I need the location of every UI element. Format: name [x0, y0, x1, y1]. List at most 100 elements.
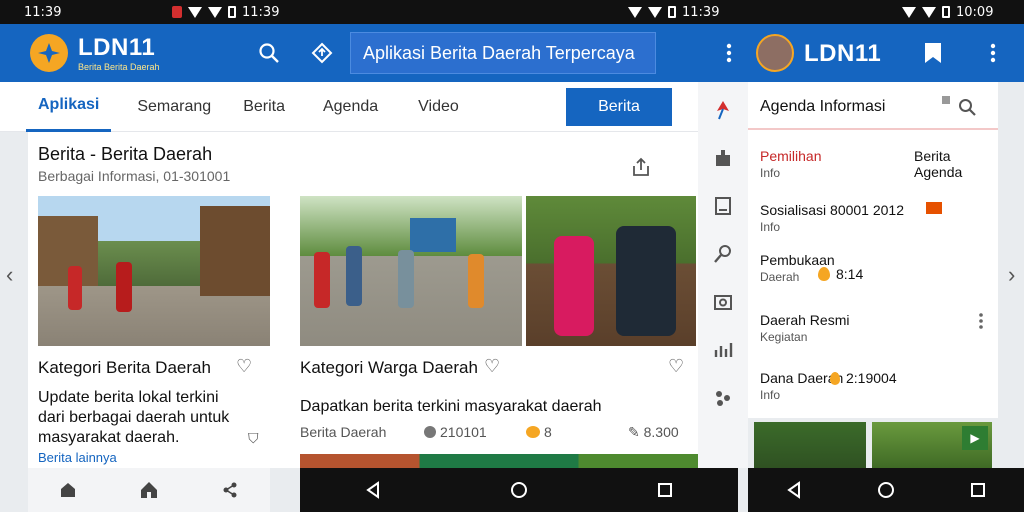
card-caption-2: Kategori Warga Daerah	[300, 358, 478, 377]
comment-icon	[526, 426, 540, 438]
tab-video[interactable]: Video	[406, 82, 471, 132]
filter-icon[interactable]	[942, 96, 950, 104]
battery-icon	[942, 6, 950, 18]
card-desc-2: Dapatkan berita terkini masyarakat daera…	[300, 398, 602, 415]
fire-icon	[818, 267, 830, 281]
tab-semarang[interactable]: Semarang	[125, 82, 223, 132]
recents-icon[interactable]	[968, 480, 988, 500]
panel-item-title[interactable]: Sosialisasi 80001 2012	[760, 202, 904, 218]
battery-icon	[228, 6, 236, 18]
top-app-bar: LDN11 Berita Berita Daerah Aplikasi Beri…	[0, 24, 748, 82]
thumbnail-right-1[interactable]	[754, 422, 866, 468]
share-nodes-icon[interactable]	[220, 480, 240, 500]
app-banner: Aplikasi Berita Daerah Terpercaya	[350, 32, 656, 74]
more-news-link[interactable]: Berita lainnya	[38, 450, 117, 465]
status-time-mid: 11:39	[242, 4, 280, 20]
tab-aplikasi[interactable]: Aplikasi	[26, 82, 112, 132]
brand-tagline: Berita Berita Daerah	[78, 62, 160, 72]
chevron-left-icon[interactable]: ‹	[6, 262, 13, 288]
status-icons-left: 11:39	[172, 5, 279, 20]
news-photo-village[interactable]	[300, 196, 522, 346]
search-button[interactable]	[252, 36, 286, 70]
share-button[interactable]	[630, 156, 652, 183]
heart-icon[interactable]: ♡	[236, 356, 252, 377]
panel-value-text: 2:19004	[846, 370, 897, 386]
panel-item-title[interactable]: Pemilihan	[760, 148, 821, 164]
signal-icon	[648, 6, 662, 18]
panel-search-bar[interactable]: Agenda Informasi	[748, 82, 998, 130]
more-vert-icon	[990, 43, 996, 63]
wifi-icon	[188, 6, 202, 18]
heart-icon[interactable]: ♡	[484, 356, 500, 377]
news-photo-meeting[interactable]	[526, 196, 696, 346]
house-icon[interactable]	[139, 480, 159, 500]
puzzle-icon[interactable]	[709, 384, 737, 412]
panel-item-value: 8:14	[818, 266, 863, 282]
app-screenshot: 11:39 11:39 11:39 10:09 LDN11 Berita Ber…	[0, 0, 1024, 512]
system-nav-bar-right	[748, 468, 1024, 512]
building-icon[interactable]	[709, 144, 737, 172]
more-button-right[interactable]	[976, 36, 1010, 70]
settings-icon[interactable]: ⛉	[248, 430, 259, 447]
card-footer-comments[interactable]: 8	[526, 424, 552, 440]
card-caption-1: Kategori Berita Daerah	[38, 358, 211, 377]
thumbnail-strip[interactable]	[300, 454, 698, 468]
article-meta: Berbagai Informasi, 01-301001	[38, 168, 231, 184]
home-icon[interactable]	[58, 480, 78, 500]
more-button[interactable]	[712, 36, 746, 70]
panel-item-title[interactable]: Daerah Resmi	[760, 312, 849, 328]
chart-icon[interactable]	[709, 336, 737, 364]
desc-line: Update berita lokal terkini	[38, 389, 219, 406]
side-rail	[698, 82, 748, 468]
agenda-panel: Agenda Informasi Pemilihan Berita Agenda…	[748, 82, 998, 418]
tab-agenda[interactable]: Agenda	[311, 82, 390, 132]
signal-icon	[208, 6, 222, 18]
flag-icon[interactable]	[709, 96, 737, 124]
panel-item-value: 2:19004	[830, 370, 897, 386]
camera-icon[interactable]	[709, 288, 737, 316]
fire-icon	[830, 372, 840, 385]
bookmark-button[interactable]	[916, 36, 950, 70]
comment-count: 8	[544, 424, 552, 440]
chevron-right-icon[interactable]: ›	[1008, 262, 1015, 288]
badge-icon	[926, 202, 942, 214]
more-vert-icon[interactable]	[978, 312, 984, 330]
article-title: Berita - Berita Daerah	[38, 144, 213, 164]
more-vert-icon	[726, 43, 732, 63]
heart-icon[interactable]: ♡	[668, 356, 684, 377]
system-nav-bar	[300, 468, 738, 512]
status-time-right: 10:09	[956, 4, 994, 20]
top-app-bar-right: LDN11	[748, 24, 1024, 82]
search-location-icon[interactable]	[709, 240, 737, 268]
share-button-top[interactable]	[305, 36, 339, 70]
brand-block: LDN11 Berita Berita Daerah	[78, 34, 160, 72]
bookmark-icon	[925, 43, 941, 63]
play-icon[interactable]: ▶	[962, 426, 988, 450]
recents-icon[interactable]	[655, 480, 675, 500]
panel-item-sub: Info	[760, 388, 781, 402]
document-icon[interactable]	[709, 192, 737, 220]
panel-value-text: 8:14	[836, 266, 864, 282]
avatar[interactable]	[756, 34, 794, 72]
home-circle-icon[interactable]	[509, 480, 529, 500]
wifi-icon	[902, 6, 916, 18]
search-icon[interactable]	[958, 98, 976, 116]
wifi-icon	[628, 6, 642, 18]
share-icon	[633, 157, 649, 176]
card-footer-views[interactable]: ✎ 8.300	[628, 424, 679, 441]
edit-icon: ✎	[628, 424, 640, 440]
shield-icon	[172, 6, 182, 18]
news-photo-market[interactable]	[38, 196, 270, 346]
panel-item-sub: Info	[760, 166, 781, 180]
tab-berita[interactable]: Berita	[231, 82, 297, 132]
back-icon[interactable]	[363, 480, 383, 500]
brand-title-right: LDN11	[804, 40, 882, 67]
tab-bar: Aplikasi Semarang Berita Agenda Video Be…	[0, 82, 698, 132]
panel-item-sub: Kegiatan	[760, 330, 808, 344]
back-icon[interactable]	[784, 480, 804, 500]
status-time-left: 11:39	[24, 4, 62, 20]
home-circle-icon[interactable]	[876, 480, 896, 500]
berita-action-button[interactable]: Berita	[566, 87, 672, 126]
panel-item-right: Berita Agenda	[914, 148, 963, 180]
card-date-text: 210101	[440, 424, 487, 440]
